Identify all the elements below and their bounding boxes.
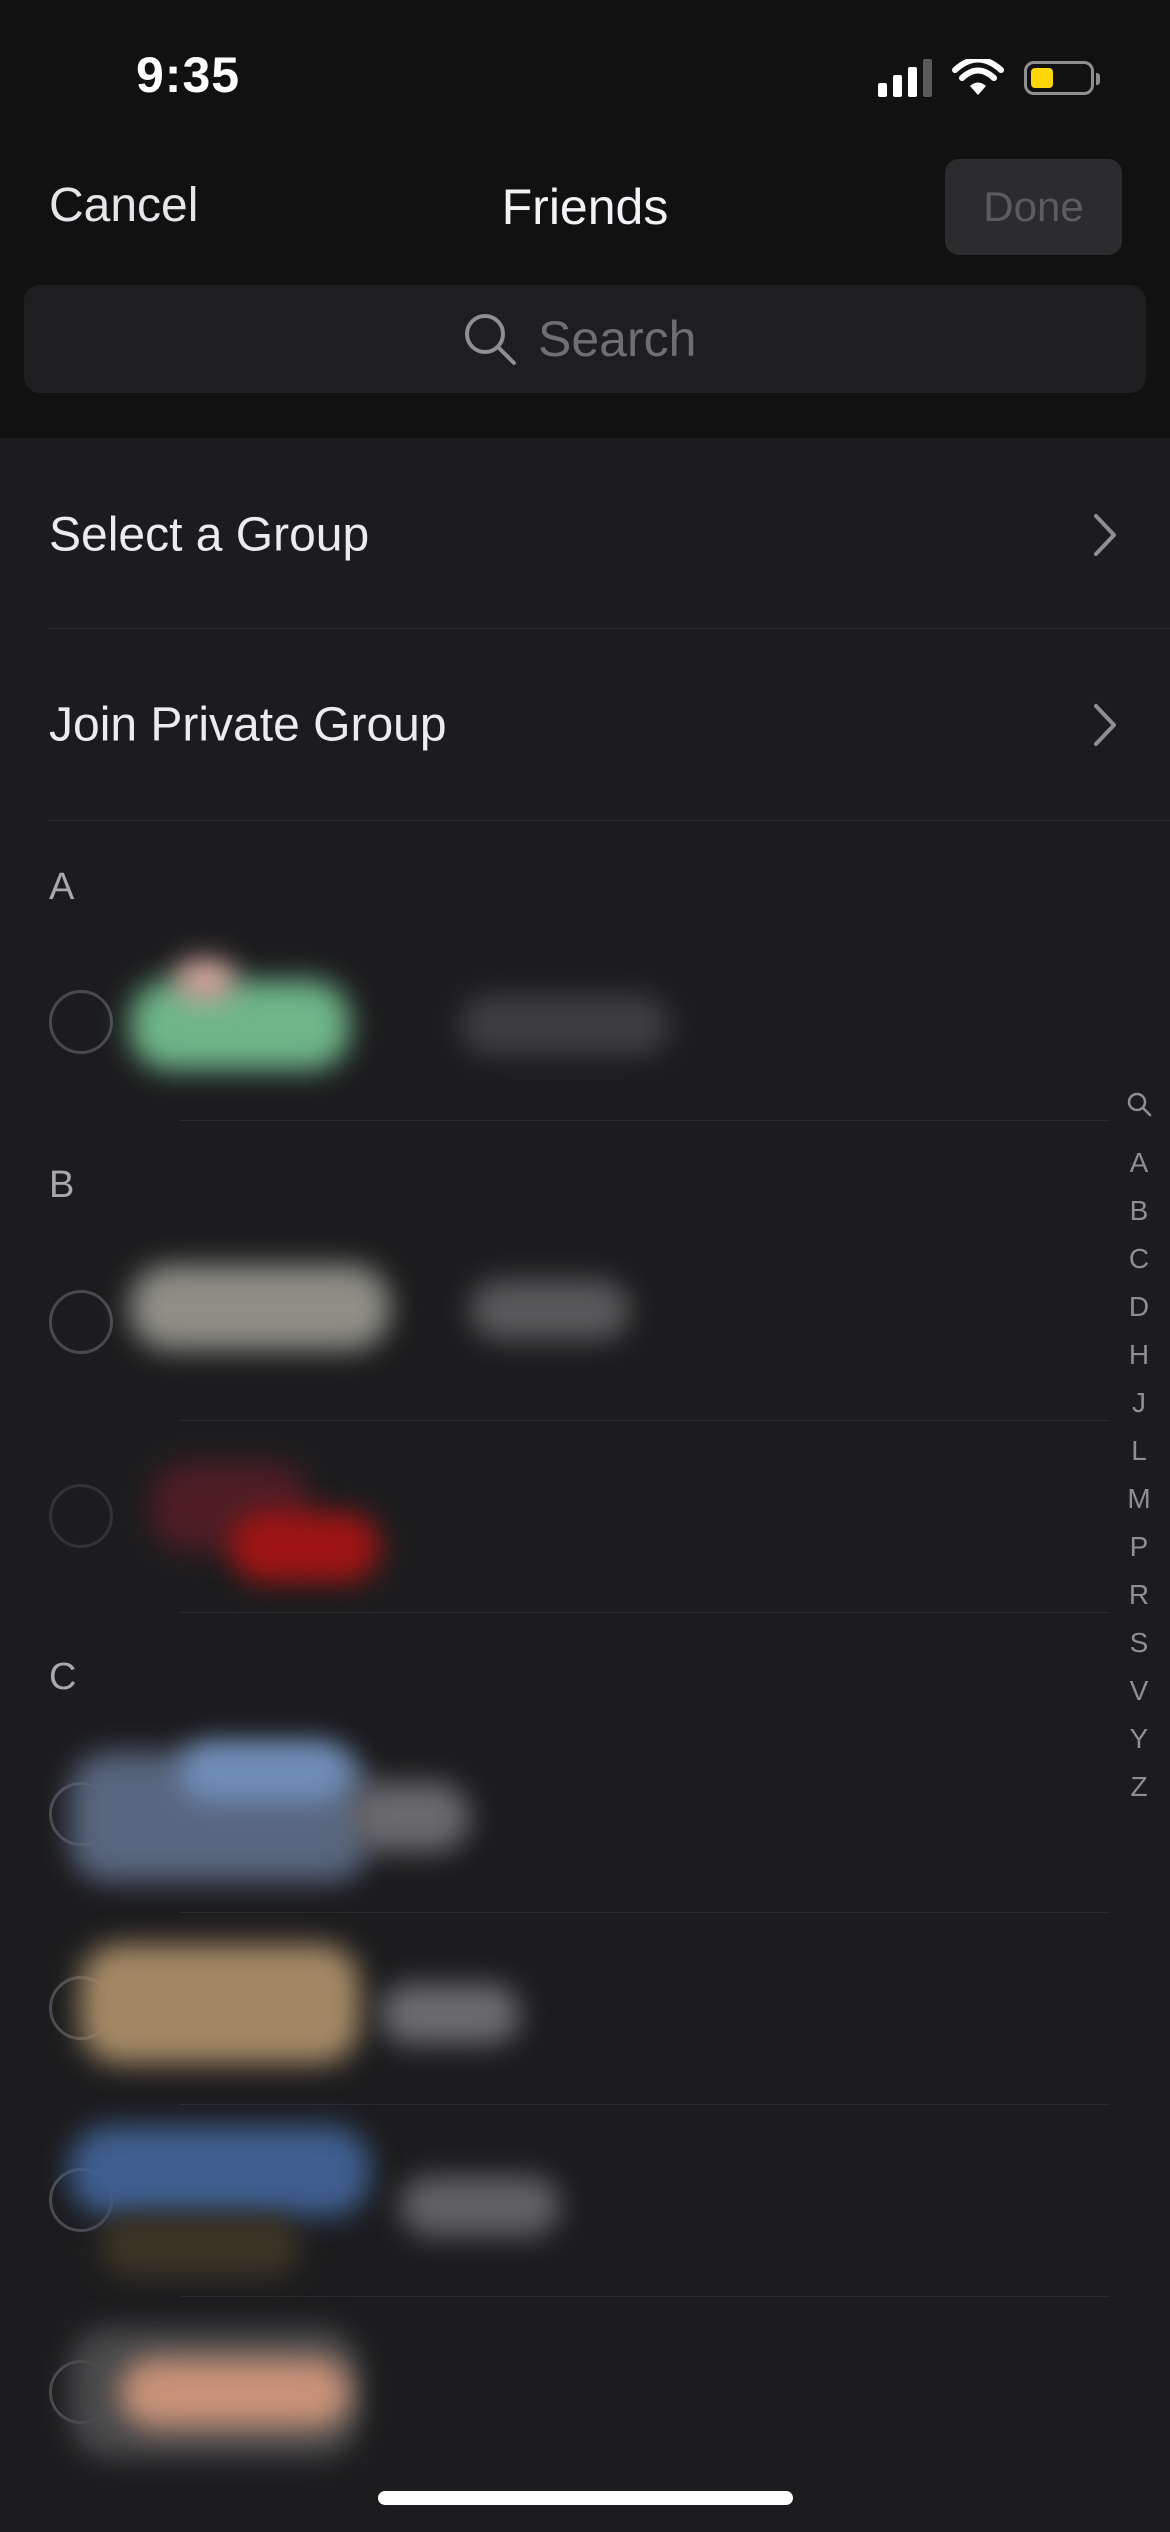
contact-name-redacted: [350, 1782, 470, 1852]
contact-row[interactable]: [0, 2298, 1110, 2488]
status-time: 9:35: [136, 47, 241, 103]
index-letter-m[interactable]: M: [1120, 1475, 1158, 1523]
contact-row[interactable]: [0, 940, 1110, 1120]
wifi-icon: [952, 59, 1004, 95]
alphabet-index[interactable]: ABCDHJLMPRSVYZ: [1120, 1080, 1158, 1811]
contact-row[interactable]: [0, 1422, 1110, 1612]
contact-avatar-redacted: [180, 1742, 350, 1802]
contact-name-redacted: [460, 995, 670, 1055]
contact-avatar-redacted: [120, 2358, 350, 2428]
section-header-a: A: [49, 866, 75, 908]
separator: [180, 2104, 1110, 2105]
contact-avatar-redacted: [130, 980, 350, 1070]
home-indicator: [378, 2491, 793, 2505]
index-letter-j[interactable]: J: [1120, 1379, 1158, 1427]
separator: [180, 1912, 1110, 1913]
index-letter-l[interactable]: L: [1120, 1427, 1158, 1475]
contact-avatar-redacted: [100, 2216, 300, 2276]
index-letter-r[interactable]: R: [1120, 1571, 1158, 1619]
chevron-right-icon: [1094, 704, 1116, 746]
contact-row[interactable]: [0, 2106, 1110, 2296]
separator: [180, 1120, 1110, 1121]
contact-name-redacted: [470, 1280, 630, 1340]
select-radio[interactable]: [49, 1290, 113, 1354]
separator: [49, 628, 1170, 629]
index-letter-p[interactable]: P: [1120, 1523, 1158, 1571]
separator: [49, 820, 1170, 821]
search-input[interactable]: [538, 310, 708, 368]
index-letter-d[interactable]: D: [1120, 1283, 1158, 1331]
separator: [180, 2296, 1110, 2297]
search-icon: [465, 314, 516, 365]
contact-row[interactable]: [0, 1240, 1110, 1420]
cellular-signal-icon: [878, 59, 932, 97]
done-button[interactable]: Done: [945, 159, 1122, 255]
contact-avatar-redacted: [70, 2126, 370, 2216]
join-private-group-label: Join Private Group: [49, 698, 447, 752]
index-letter-h[interactable]: H: [1120, 1331, 1158, 1379]
separator: [180, 1420, 1110, 1421]
contact-name-redacted: [400, 2176, 560, 2236]
section-header-c: C: [49, 1656, 77, 1698]
select-group-row[interactable]: Select a Group: [0, 440, 1170, 630]
select-radio[interactable]: [49, 1484, 113, 1548]
contact-avatar-redacted: [130, 1265, 390, 1350]
index-letter-a[interactable]: A: [1120, 1139, 1158, 1187]
search-bar[interactable]: [24, 285, 1146, 393]
contact-avatar-redacted: [80, 1944, 360, 2064]
contact-avatar-redacted: [230, 1512, 380, 1582]
select-radio[interactable]: [49, 990, 113, 1054]
index-letter-y[interactable]: Y: [1120, 1715, 1158, 1763]
index-letter-s[interactable]: S: [1120, 1619, 1158, 1667]
section-header-b: B: [49, 1164, 75, 1206]
index-letter-c[interactable]: C: [1120, 1235, 1158, 1283]
join-private-group-row[interactable]: Join Private Group: [0, 630, 1170, 820]
select-group-label: Select a Group: [49, 508, 370, 562]
index-search-icon[interactable]: [1120, 1091, 1158, 1139]
battery-icon: [1024, 61, 1100, 95]
chevron-right-icon: [1094, 514, 1116, 556]
battery-fill: [1031, 68, 1053, 88]
index-letter-z[interactable]: Z: [1120, 1763, 1158, 1811]
contact-avatar-redacted: [175, 960, 235, 1000]
contact-name-redacted: [380, 1984, 520, 2044]
contact-row[interactable]: [0, 1722, 1110, 1912]
separator: [180, 1612, 1110, 1613]
cancel-button[interactable]: Cancel: [49, 178, 198, 233]
index-letter-b[interactable]: B: [1120, 1187, 1158, 1235]
index-letter-v[interactable]: V: [1120, 1667, 1158, 1715]
status-icons: [878, 58, 1100, 98]
contact-row[interactable]: [0, 1914, 1110, 2104]
